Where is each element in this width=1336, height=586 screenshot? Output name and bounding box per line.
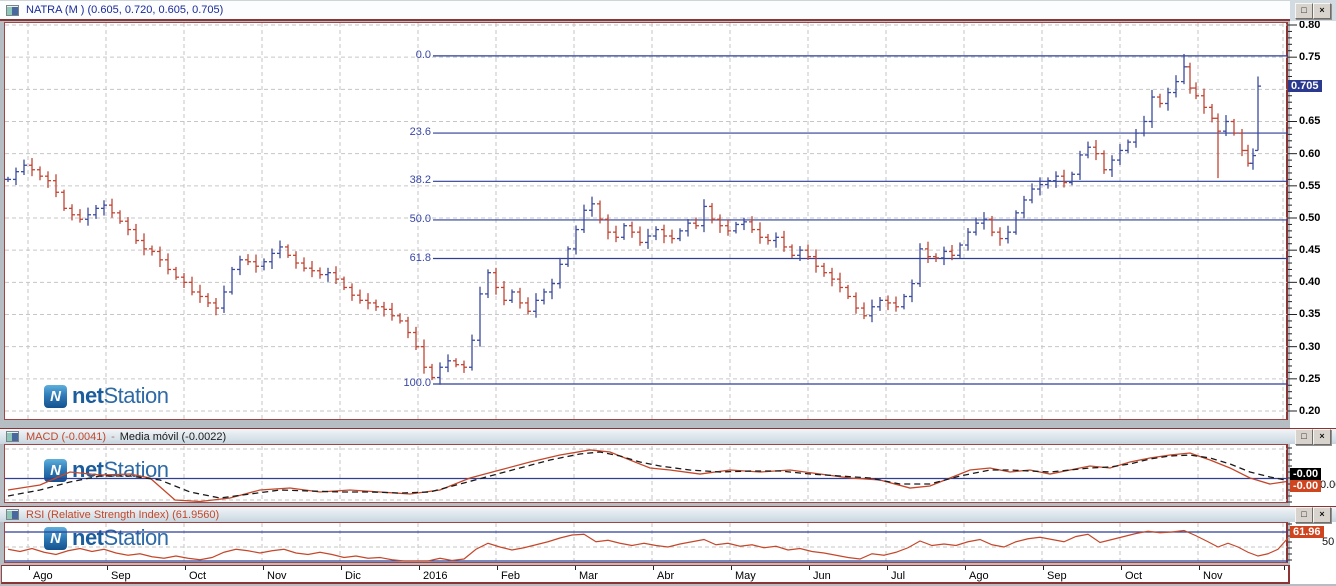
time-axis-tick: [1043, 566, 1044, 570]
macd-window-titlebar[interactable]: MACD (-0.0041) - Media móvil (-0.0022): [0, 428, 1336, 444]
time-axis-tick: [575, 566, 576, 570]
time-axis: Ago Sep Oct Nov Dic 2016 Feb Mar Abr May Jun Jul Ago…: [1, 565, 1290, 584]
time-axis-label: Mar: [579, 570, 598, 582]
time-axis-tick: [731, 566, 732, 570]
time-axis-tick: [1284, 566, 1285, 570]
time-axis-tick: [185, 566, 186, 570]
rsi-maximize-button[interactable]: □: [1295, 507, 1313, 523]
time-axis-tick: [29, 566, 30, 570]
price-tick-label: 0.50: [1299, 211, 1321, 224]
maximize-button[interactable]: □: [1295, 3, 1313, 19]
time-axis-tick: [419, 566, 420, 570]
rsi-label: RSI (Relative Strength Index) (61.9560): [26, 508, 220, 521]
time-axis-label: Feb: [501, 570, 520, 582]
price-tick-label: 0.25: [1299, 372, 1321, 385]
last-price-tag: 0.705: [1288, 80, 1322, 92]
time-axis-tick: [887, 566, 888, 570]
macd-chart-area[interactable]: [4, 444, 1288, 503]
price-tick-label: 0.35: [1299, 308, 1321, 321]
rsi-close-button[interactable]: ×: [1313, 507, 1331, 523]
price-tick-label: 0.55: [1299, 179, 1321, 192]
time-axis-label: Nov: [267, 570, 287, 582]
price-tick-label: 0.60: [1299, 147, 1321, 160]
time-axis-label: Ago: [33, 570, 53, 582]
macd-signal-value-tag: -0.00: [1290, 468, 1322, 480]
macd-separator: -: [111, 430, 115, 443]
time-axis-tick: [809, 566, 810, 570]
rsi-window-titlebar[interactable]: RSI (Relative Strength Index) (61.9560): [0, 506, 1336, 522]
time-axis-label: Dic: [345, 570, 361, 582]
time-axis-tick: [1121, 566, 1122, 570]
macd-signal-label: Media móvil (-0.0022): [119, 430, 227, 443]
macd-value-tag: -0.00: [1290, 480, 1322, 492]
time-axis-tick: [965, 566, 966, 570]
time-axis-label: Ago: [969, 570, 989, 582]
time-axis-label: Abr: [657, 570, 675, 582]
chart-window-icon: [6, 4, 19, 16]
price-chart-area[interactable]: [4, 22, 1288, 420]
time-axis-label: Oct: [189, 570, 207, 582]
price-tick-label: 0.65: [1299, 115, 1321, 128]
macd-close-button[interactable]: ×: [1313, 429, 1331, 445]
time-axis-label: Nov: [1203, 570, 1223, 582]
close-button[interactable]: ×: [1313, 3, 1331, 19]
chart-window-icon: [6, 509, 19, 520]
time-axis-tick: [107, 566, 108, 570]
price-tick-label: 0.45: [1299, 244, 1321, 257]
price-window-titlebar[interactable]: NATRA (M ) (0.605, 0.720, 0.605, 0.705): [0, 0, 1336, 21]
time-axis-label: Jul: [891, 570, 906, 582]
time-axis-tick: [653, 566, 654, 570]
time-axis-label: 2016: [423, 570, 448, 582]
rsi-chart-area[interactable]: [4, 522, 1288, 563]
time-axis-tick: [341, 566, 342, 570]
price-tick-label: 0.30: [1299, 340, 1321, 353]
time-axis-label: Oct: [1125, 570, 1143, 582]
rsi-axis-label: 50: [1322, 536, 1335, 548]
rsi-value-tag: 61.96: [1290, 526, 1324, 538]
price-tick-label: 0.40: [1299, 276, 1321, 289]
time-axis-label: Sep: [1047, 570, 1067, 582]
price-tick-label: 0.20: [1299, 404, 1321, 417]
macd-label: MACD (-0.0041): [26, 430, 107, 443]
time-axis-label: May: [735, 570, 756, 582]
symbol-ohlc-title: NATRA (M ) (0.605, 0.720, 0.605, 0.705): [26, 4, 224, 16]
chart-window-icon: [6, 431, 19, 442]
time-axis-label: Jun: [813, 570, 831, 582]
time-axis-label: Sep: [111, 570, 131, 582]
time-axis-label: Dic: [1288, 570, 1290, 582]
price-tick-label: 0.75: [1299, 51, 1321, 64]
macd-maximize-button[interactable]: □: [1295, 429, 1313, 445]
macd-axis-label: 0.00: [1320, 479, 1336, 491]
netstation-window: N netStation N netStation N netStation N…: [0, 0, 1336, 586]
time-axis-tick: [263, 566, 264, 570]
time-axis-tick: [1199, 566, 1200, 570]
time-axis-tick: [497, 566, 498, 570]
